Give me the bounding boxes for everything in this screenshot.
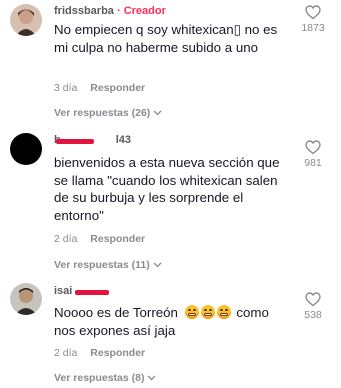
like-button[interactable]: 538 bbox=[295, 292, 331, 321]
avatar[interactable] bbox=[10, 133, 42, 165]
comment-item: isai Noooo es de Torreón como nos expone… bbox=[0, 280, 341, 388]
comment-text: bienvenidos a esta nueva sección que se … bbox=[54, 155, 280, 223]
view-replies-button[interactable]: Ver respuestas (8) bbox=[54, 372, 156, 384]
avatar[interactable] bbox=[10, 283, 42, 315]
reply-button[interactable]: Responder bbox=[90, 233, 145, 245]
view-replies-button[interactable]: Ver respuestas (11) bbox=[54, 259, 162, 271]
grimacing-face-emoji bbox=[184, 305, 233, 320]
comment-item: fridssbarba · Creador No empiecen q soy … bbox=[0, 0, 341, 125]
like-count: 1873 bbox=[301, 22, 325, 34]
chevron-down-icon bbox=[153, 262, 162, 268]
like-button[interactable]: 981 bbox=[295, 140, 331, 169]
avatar-image bbox=[10, 4, 42, 36]
comment-text-start: Noooo es de Torreón bbox=[54, 305, 178, 320]
comment-item: b l43 bienvenidos a esta nueva sección q… bbox=[0, 125, 341, 271]
comment-author[interactable]: fridssbarba · Creador bbox=[54, 5, 166, 17]
chevron-down-icon bbox=[153, 110, 162, 116]
like-button[interactable]: 1873 bbox=[295, 5, 331, 34]
comment-author[interactable]: isai bbox=[54, 285, 72, 297]
author-name[interactable]: fridssbarba bbox=[54, 5, 114, 17]
view-replies-label[interactable]: Ver respuestas (8) bbox=[54, 372, 144, 384]
comment-text: No empiecen q soy whitexican▯ no es mi c… bbox=[54, 22, 278, 55]
like-count: 538 bbox=[304, 309, 322, 321]
heart-outline-icon[interactable] bbox=[305, 140, 321, 155]
redaction-mark bbox=[75, 290, 109, 295]
comment-text: Noooo es de Torreón como nos expones así… bbox=[54, 304, 290, 339]
heart-outline-icon[interactable] bbox=[305, 292, 321, 307]
comment-meta: 2 día Responder bbox=[54, 347, 145, 359]
heart-outline-icon[interactable] bbox=[305, 5, 321, 20]
comment-age: 2 día bbox=[54, 347, 78, 359]
avatar-image bbox=[10, 283, 42, 315]
comment-meta: 3 día Responder bbox=[54, 82, 145, 94]
reply-button[interactable]: Responder bbox=[90, 82, 145, 94]
view-replies-button[interactable]: Ver respuestas (26) bbox=[54, 107, 162, 119]
redaction-mark bbox=[56, 139, 94, 144]
chevron-down-icon bbox=[148, 375, 156, 381]
view-replies-label[interactable]: Ver respuestas (26) bbox=[54, 107, 150, 119]
avatar[interactable] bbox=[10, 4, 42, 36]
comment-age: 2 día bbox=[54, 233, 78, 245]
creator-badge: · Creador bbox=[116, 5, 166, 17]
comment-meta: 2 día Responder bbox=[54, 233, 145, 245]
reply-button[interactable]: Responder bbox=[90, 347, 145, 359]
view-replies-label[interactable]: Ver respuestas (11) bbox=[54, 259, 150, 271]
like-count: 981 bbox=[304, 157, 322, 169]
comment-age: 3 día bbox=[54, 82, 78, 94]
author-name[interactable]: isai bbox=[54, 285, 72, 297]
